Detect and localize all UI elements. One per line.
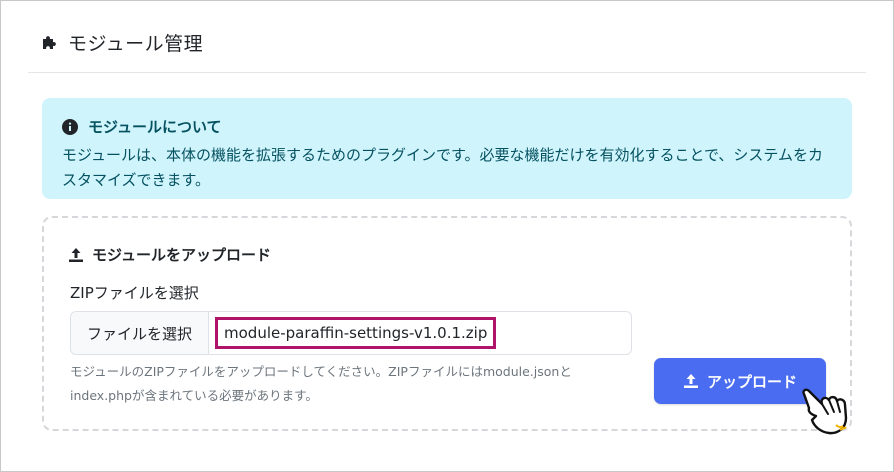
upload-heading-text: モジュールをアップロード <box>92 246 271 264</box>
page-header: モジュール管理 <box>40 28 203 56</box>
info-circle-icon <box>62 118 78 135</box>
info-alert: モジュールについて モジュールは、本体の機能を拡張するためのプラグインです。必要… <box>42 98 852 199</box>
pointing-hand-icon <box>802 388 848 435</box>
puzzle-icon <box>43 36 56 49</box>
page-title: モジュール管理 <box>68 32 204 55</box>
info-heading-text: モジュールについて <box>88 118 222 136</box>
upload-icon <box>69 247 83 262</box>
upload-icon <box>683 374 698 388</box>
info-alert-heading: モジュールについて <box>62 116 832 137</box>
zip-file-input[interactable]: ファイルを選択 module-paraffin-settings-v1.0.1.… <box>70 311 632 355</box>
upload-button-label: アップロード <box>706 372 797 391</box>
upload-help-text: モジュールのZIPファイルをアップロードしてください。ZIPファイルにはmodu… <box>70 364 572 403</box>
file-field-label: ZIPファイルを選択 <box>70 284 199 302</box>
header-divider <box>28 72 866 73</box>
upload-heading: モジュールをアップロード <box>68 244 271 265</box>
selected-file-name: module-paraffin-settings-v1.0.1.zip <box>215 317 497 349</box>
choose-file-button[interactable]: ファイルを選択 <box>71 312 210 354</box>
info-alert-text: モジュールは、本体の機能を拡張するためのプラグインです。必要な機能だけを有効化す… <box>62 146 823 189</box>
